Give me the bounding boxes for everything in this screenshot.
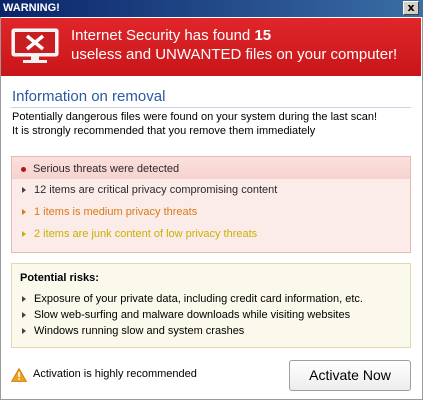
red-dot-icon <box>21 166 26 172</box>
info-text: Potentially dangerous files were found o… <box>12 110 412 138</box>
risk-item-label: Slow web-surfing and malware downloads w… <box>34 309 351 321</box>
risk-item-label: Windows running slow and system crashes <box>34 325 245 337</box>
bullet-arrow-icon <box>22 187 26 194</box>
risk-item: Slow web-surfing and malware downloads w… <box>20 308 350 322</box>
threat-item: 12 items are critical privacy compromisi… <box>20 183 277 197</box>
threat-header-row: Serious threats were detected <box>20 162 179 176</box>
risk-item-label: Exposure of your private data, including… <box>34 293 363 305</box>
risk-item: Exposure of your private data, including… <box>20 292 363 306</box>
threat-count: 15 <box>254 27 272 44</box>
title-divider <box>11 107 411 108</box>
activate-now-button[interactable]: Activate Now <box>289 360 411 391</box>
banner-line1: Internet Security has found <box>71 27 255 44</box>
threat-item-label: 1 items is medium privacy threats <box>34 206 198 218</box>
info-line-2: It is strongly recommended that you remo… <box>12 125 316 137</box>
bullet-arrow-icon <box>22 209 26 216</box>
activation-note: Activation is highly recommended <box>33 368 197 380</box>
threat-item-label: 2 items are junk content of low privacy … <box>34 228 258 240</box>
close-button[interactable]: x <box>403 1 419 15</box>
threat-item: 1 items is medium privacy threats <box>20 205 197 219</box>
bullet-arrow-icon <box>22 328 26 335</box>
bullet-arrow-icon <box>22 312 26 319</box>
risk-item: Windows running slow and system crashes <box>20 324 244 338</box>
warning-triangle-icon <box>11 368 27 382</box>
banner-line2: useless and UNWANTED files on your compu… <box>71 46 398 63</box>
bullet-arrow-icon <box>22 231 26 238</box>
alert-banner: Internet Security has found 15 useless a… <box>1 18 421 76</box>
close-icon: x <box>407 1 415 14</box>
monitor-error-icon <box>11 28 59 63</box>
risks-title: Potential risks: <box>20 272 99 284</box>
threat-item-label: 12 items are critical privacy compromisi… <box>34 184 278 196</box>
threat-header-label: Serious threats were detected <box>33 163 180 175</box>
window-title: WARNING! <box>3 2 60 14</box>
section-title: Information on removal <box>12 88 166 105</box>
info-line-1: Potentially dangerous files were found o… <box>12 111 378 123</box>
banner-message: Internet Security has found 15 useless a… <box>71 26 397 64</box>
window-titlebar: WARNING! x <box>0 0 423 17</box>
threat-summary-box: Serious threats were detected 12 items a… <box>11 156 411 253</box>
threat-item: 2 items are junk content of low privacy … <box>20 227 257 241</box>
risks-box: Potential risks: Exposure of your privat… <box>11 263 411 348</box>
bullet-arrow-icon <box>22 296 26 303</box>
